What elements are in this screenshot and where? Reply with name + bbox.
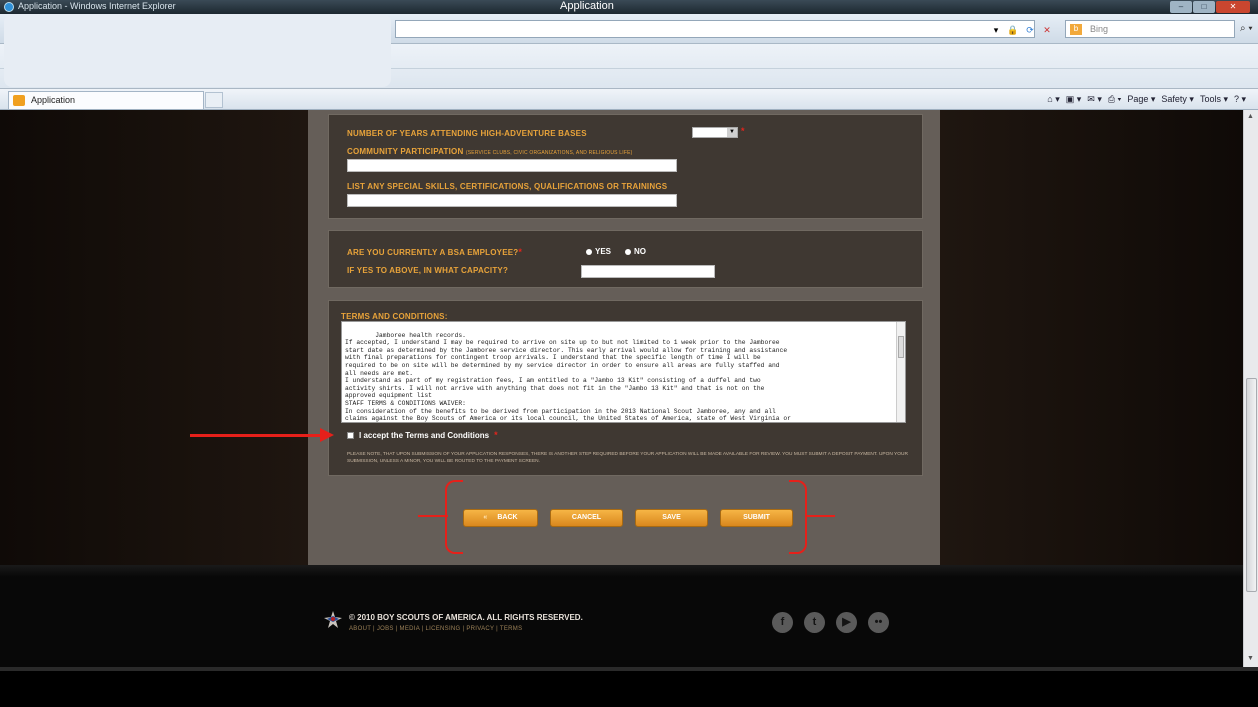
community-label: COMMUNITY PARTICIPATION (SERVICE CLUBS, … (347, 147, 633, 156)
search-provider: Bing (1090, 24, 1109, 34)
scroll-down-icon[interactable]: ▼ (1247, 655, 1254, 662)
radio-yes[interactable]: YES (586, 247, 611, 256)
search-input[interactable]: b Bing (1065, 20, 1235, 38)
address-icons: ▾ 🔒 ⟳ ✕ (990, 24, 1053, 36)
skills-field[interactable] (347, 194, 677, 207)
save-button[interactable]: SAVE (635, 509, 708, 527)
search-icon[interactable]: ⌕ ▾ (1240, 23, 1253, 34)
facebook-icon[interactable]: f (772, 612, 793, 633)
page-scrollbar[interactable]: ▲ ▼ (1243, 110, 1258, 667)
scroll-up-icon[interactable]: ▲ (1247, 113, 1254, 120)
page-viewport: NUMBER OF YEARS ATTENDING HIGH-ADVENTURE… (0, 110, 1243, 667)
years-label: NUMBER OF YEARS ATTENDING HIGH-ADVENTURE… (347, 129, 587, 138)
command-bar: ⌂ ▾ ▣ ▾ ✉ ▾ ⎙ ▾ Page ▾ Safety ▾ Tools ▾ … (1047, 94, 1246, 105)
annotation-brace-right (789, 480, 807, 554)
submission-note: PLEASE NOTE, THAT UPON SUBMISSION OF YOU… (347, 452, 908, 464)
annotation-arrow-head (320, 428, 334, 442)
employee-label: ARE YOU CURRENTLY A BSA EMPLOYEE?* (347, 247, 523, 257)
chevron-down-icon: ▼ (727, 128, 737, 137)
accept-terms[interactable]: I accept the Terms and Conditions * (347, 430, 498, 440)
twitter-icon[interactable]: t (804, 612, 825, 633)
site-footer: © 2010 BOY SCOUTS OF AMERICA. ALL RIGHTS… (0, 565, 1243, 667)
feeds-icon[interactable]: ▣ ▾ (1066, 94, 1082, 105)
safety-menu[interactable]: Safety ▾ (1161, 94, 1194, 105)
maximize-button[interactable]: □ (1193, 1, 1215, 13)
tab-bar: Application ⌂ ▾ ▣ ▾ ✉ ▾ ⎙ ▾ Page ▾ Safet… (0, 89, 1258, 110)
status-divider (0, 667, 1258, 671)
back-arrow-icon: « (483, 514, 488, 521)
radio-button[interactable] (625, 248, 632, 255)
help-icon[interactable]: ? ▾ (1234, 94, 1246, 105)
tab-application[interactable]: Application (8, 91, 204, 109)
copyright-text: © 2010 BOY SCOUTS OF AMERICA. ALL RIGHTS… (349, 613, 583, 622)
terms-scrollbar[interactable] (896, 322, 905, 422)
close-window-button[interactable]: ✕ (1216, 1, 1250, 13)
employee-panel: ARE YOU CURRENTLY A BSA EMPLOYEE?* YES N… (328, 230, 923, 288)
status-bar (0, 667, 1258, 707)
annotation-brace-tip-left (418, 515, 448, 517)
radio-no[interactable]: NO (625, 247, 646, 256)
minimize-button[interactable]: – (1170, 1, 1192, 13)
mail-icon[interactable]: ✉ ▾ (1087, 94, 1102, 105)
accept-label: I accept the Terms and Conditions (359, 430, 490, 440)
new-tab-button[interactable] (205, 92, 223, 108)
url-field[interactable] (395, 20, 1035, 38)
required-marker: * (494, 430, 498, 440)
bsa-logo-icon (324, 611, 342, 628)
terms-text: Jamboree health records. If accepted, I … (345, 331, 791, 423)
footer-divider (0, 565, 1243, 577)
tools-menu[interactable]: Tools ▾ (1200, 94, 1228, 105)
lock-icon[interactable]: 🔒 (1007, 24, 1019, 36)
home-icon[interactable]: ⌂ ▾ (1047, 94, 1059, 105)
scroll-thumb[interactable] (898, 336, 904, 358)
window-title: Application - Windows Internet Explorer (18, 1, 176, 11)
flickr-icon[interactable]: •• (868, 612, 889, 633)
community-hint: (SERVICE CLUBS, CIVIC ORGANIZATIONS, AND… (465, 150, 633, 156)
employee-radio-group: YES NO (586, 247, 646, 256)
footer-links[interactable]: ABOUT | JOBS | MEDIA | LICENSING | PRIVA… (349, 626, 522, 632)
background-left (0, 110, 308, 565)
tab-label: Application (31, 95, 76, 105)
back-button[interactable]: «BACK (463, 509, 538, 527)
community-field[interactable] (347, 159, 677, 172)
capacity-field[interactable] (581, 265, 715, 278)
site-title: Application (560, 0, 614, 12)
capacity-label: IF YES TO ABOVE, IN WHAT CAPACITY? (347, 266, 509, 275)
annotation-brace-left (445, 480, 463, 554)
skills-label: LIST ANY SPECIAL SKILLS, CERTIFICATIONS,… (347, 182, 668, 191)
submit-button[interactable]: SUBMIT (720, 509, 793, 527)
scroll-thumb[interactable] (1246, 378, 1257, 592)
experience-panel: NUMBER OF YEARS ATTENDING HIGH-ADVENTURE… (328, 114, 923, 219)
page-menu[interactable]: Page ▾ (1127, 94, 1155, 105)
social-links: f t ▶ •• (772, 612, 889, 633)
radio-button[interactable] (586, 248, 592, 255)
form-container: NUMBER OF YEARS ATTENDING HIGH-ADVENTURE… (308, 110, 940, 565)
required-marker: * (741, 126, 745, 136)
required-marker: * (518, 247, 523, 257)
print-icon[interactable]: ⎙ ▾ (1108, 94, 1121, 105)
form-buttons: «BACK CANCEL SAVE SUBMIT (463, 509, 793, 527)
ie-icon (4, 2, 14, 12)
window-titlebar: Application - Windows Internet Explorer … (0, 0, 1258, 14)
stop-icon[interactable]: ✕ (1041, 24, 1053, 36)
background-right (940, 110, 1243, 565)
redacted-area (4, 14, 391, 87)
refresh-icon[interactable]: ⟳ (1024, 24, 1036, 36)
youtube-icon[interactable]: ▶ (836, 612, 857, 633)
bing-icon: b (1070, 24, 1082, 35)
annotation-arrow (190, 434, 323, 437)
terms-heading: TERMS AND CONDITIONS: (341, 312, 448, 321)
years-select[interactable]: ▼ (692, 127, 738, 138)
terms-panel: TERMS AND CONDITIONS: Jamboree health re… (328, 300, 923, 476)
accept-checkbox[interactable] (347, 431, 354, 439)
window-controls: – □ ✕ (1170, 1, 1250, 13)
favicon-icon (13, 95, 25, 106)
annotation-brace-tip-right (805, 515, 835, 517)
cancel-button[interactable]: CANCEL (550, 509, 623, 527)
terms-textarea[interactable]: Jamboree health records. If accepted, I … (341, 321, 906, 423)
dropdown-icon[interactable]: ▾ (990, 24, 1002, 36)
